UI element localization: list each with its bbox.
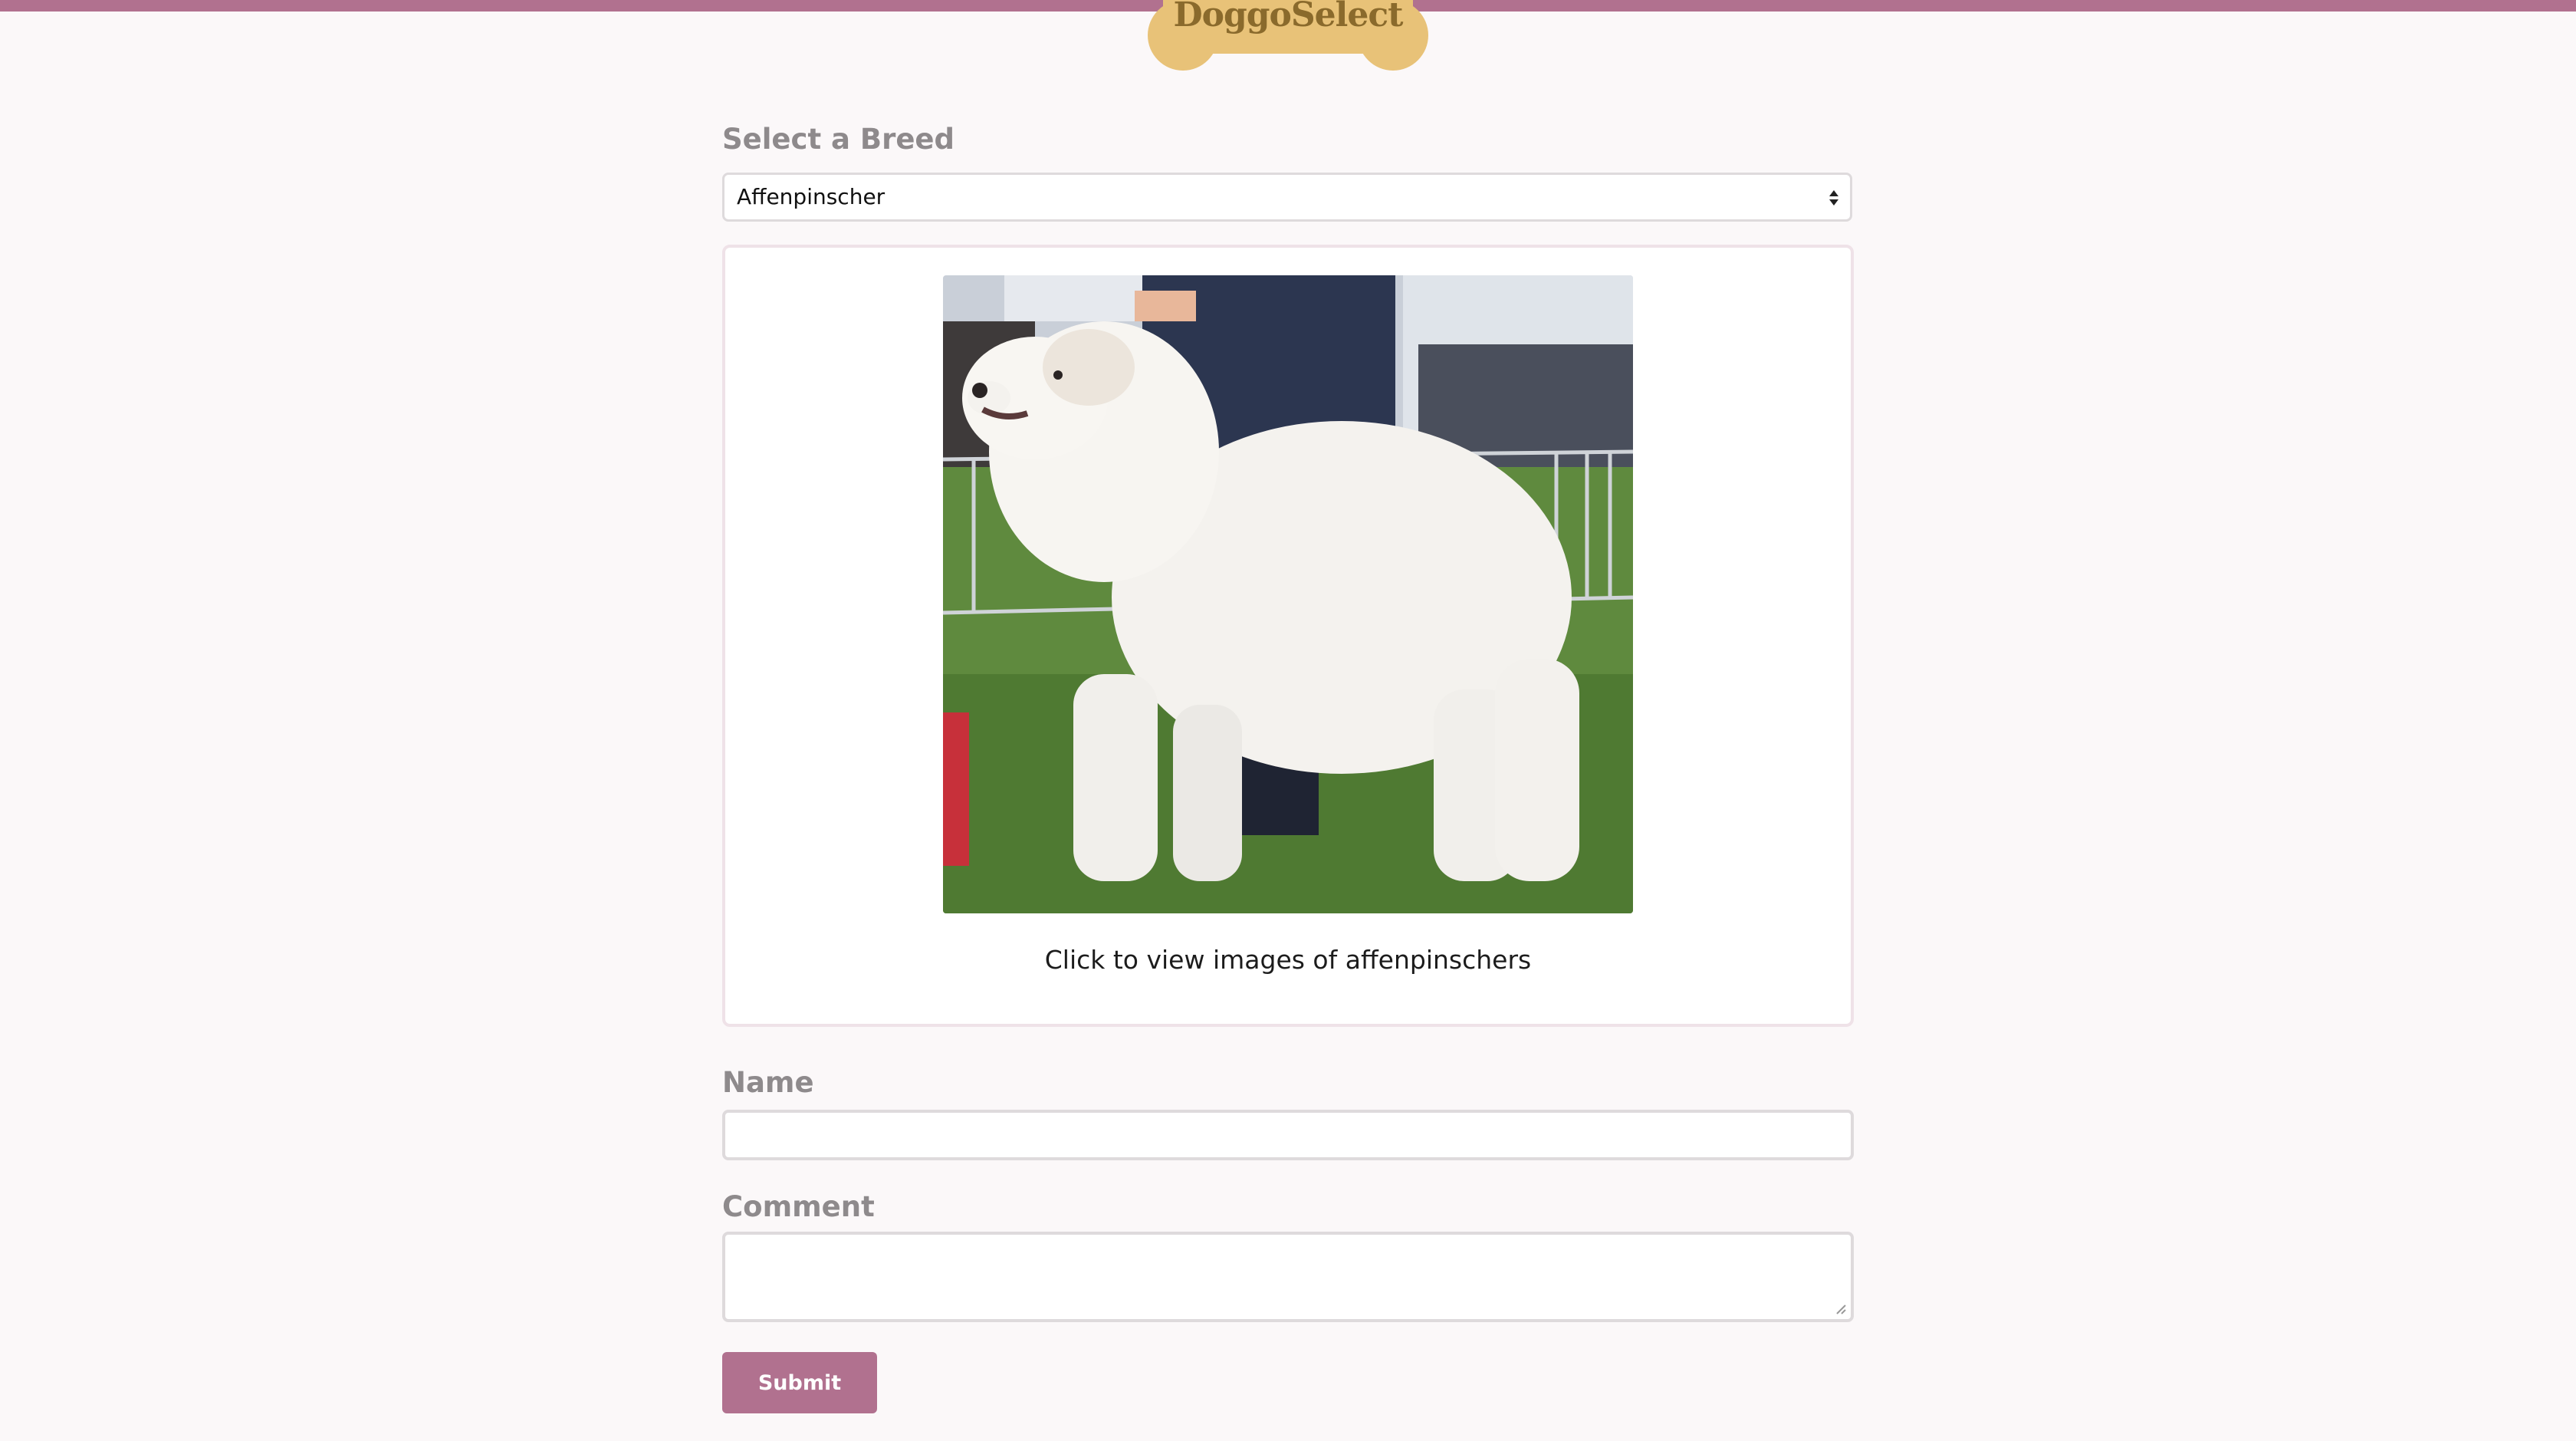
breed-select[interactable]: Affenpinscher: [722, 173, 1852, 222]
name-input[interactable]: [722, 1110, 1854, 1160]
name-label: Name: [722, 1066, 814, 1099]
comment-textarea[interactable]: [722, 1232, 1854, 1322]
preview-caption[interactable]: Click to view images of affenpinschers: [722, 945, 1854, 975]
submit-button[interactable]: Submit: [722, 1352, 877, 1413]
resize-grip-icon[interactable]: [1834, 1302, 1846, 1314]
comment-label: Comment: [722, 1190, 875, 1223]
dog-photo[interactable]: [943, 275, 1633, 913]
brand-logo[interactable]: DoggoSelect: [1148, 0, 1428, 74]
breed-label: Select a Breed: [722, 123, 955, 156]
select-arrows-icon: [1829, 190, 1838, 206]
breed-select-value: Affenpinscher: [737, 184, 886, 209]
brand-name: DoggoSelect: [1173, 0, 1404, 35]
